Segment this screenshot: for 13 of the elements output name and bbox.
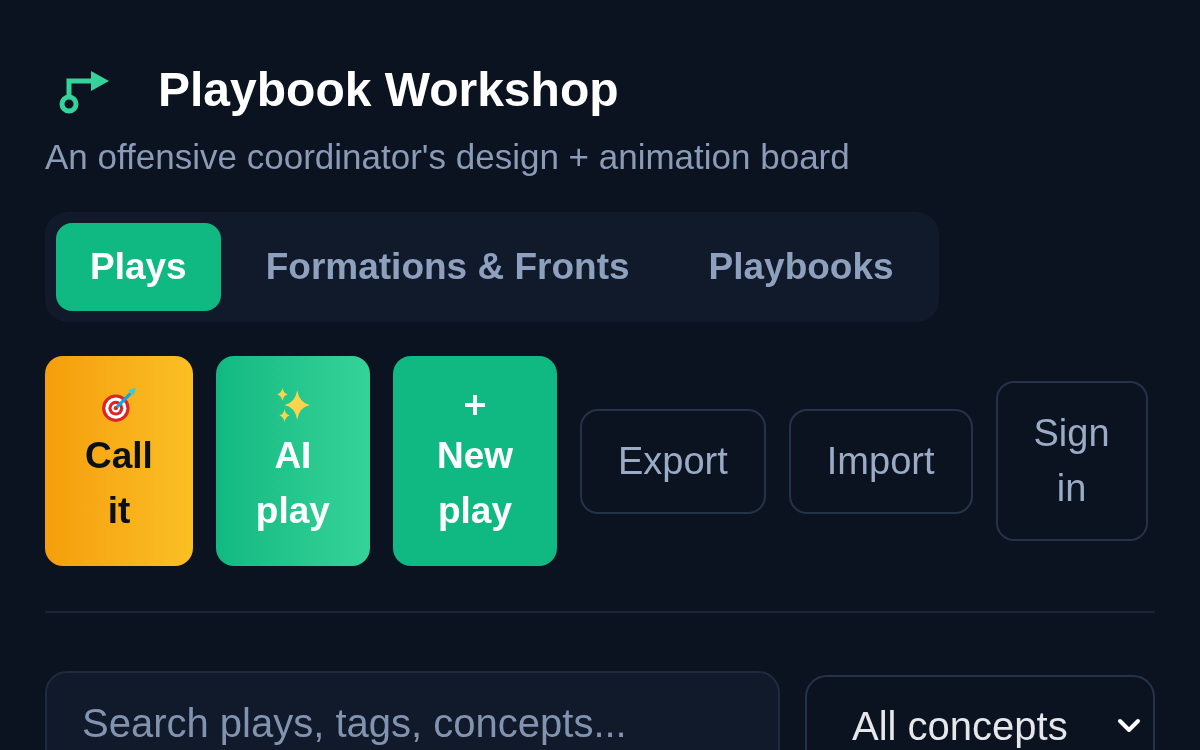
app-title: Playbook Workshop	[158, 62, 619, 118]
outline-button[interactable]: Export	[580, 408, 766, 514]
plus-icon	[462, 393, 487, 417]
outline-button[interactable]: Import	[788, 408, 973, 514]
concept-select[interactable]: All concepts	[805, 675, 1155, 750]
app-subtitle: An offensive coordinator's design + animation board	[45, 136, 851, 178]
outline-button[interactable]: Sign in	[995, 381, 1148, 541]
target-icon	[99, 386, 138, 424]
search-field[interactable]: Search plays, tags, concepts...	[45, 671, 780, 750]
tab[interactable]: Formations & Fronts	[231, 223, 664, 311]
chevron-down-icon	[1117, 718, 1141, 734]
call-it-button[interactable]: Call it	[45, 356, 193, 566]
tab[interactable]: Playbooks	[674, 223, 928, 311]
